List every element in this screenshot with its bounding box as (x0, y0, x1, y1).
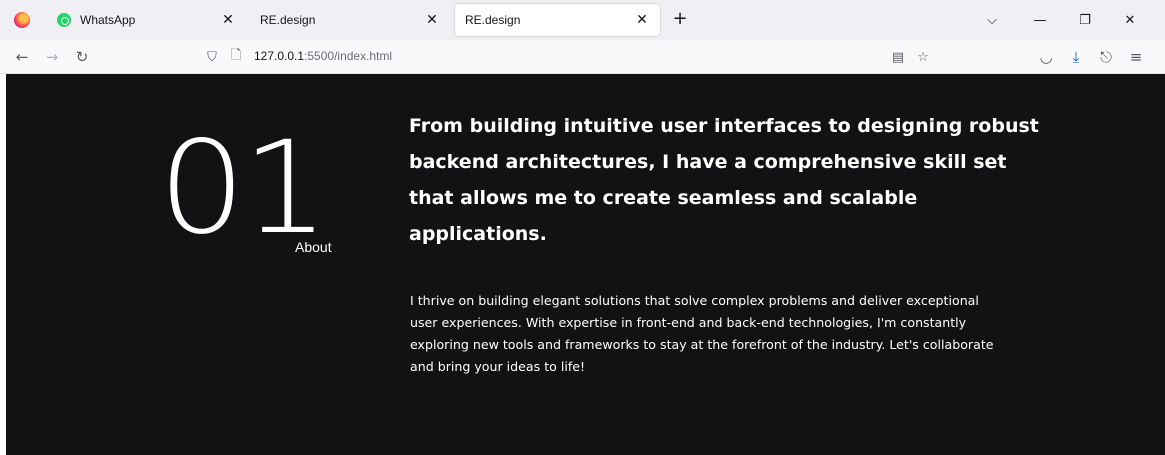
about-paragraph: I thrive on building elegant solutions t… (410, 293, 994, 374)
hamburger-menu-icon[interactable]: ≡ (1126, 47, 1146, 67)
tab-re-design-active[interactable]: RE.design ✕ (455, 4, 660, 36)
chevron-down-icon[interactable]: ⌵ (982, 10, 1002, 30)
shield-icon[interactable]: ⛉ (204, 49, 220, 65)
firefox-icon[interactable] (14, 12, 30, 28)
reader-view-icon[interactable]: ▤ (890, 49, 906, 65)
page-icon[interactable]: 🗋 (228, 48, 244, 65)
close-icon[interactable]: ✕ (424, 12, 440, 28)
pocket-icon[interactable]: ◡ (1036, 47, 1056, 67)
close-icon[interactable]: ✕ (634, 12, 650, 28)
navigation-toolbar: ← → ↻ ⛉ 🗋 127.0.0.1:5500/index.html ▤ ☆ … (0, 40, 1165, 74)
download-icon[interactable]: ⤓ (1066, 47, 1086, 67)
url-path: :5500/index.html (304, 49, 393, 63)
restore-icon[interactable]: ❐ (1075, 10, 1095, 30)
tab-title: WhatsApp (80, 13, 136, 27)
url-host: 127.0.0.1 (254, 49, 305, 63)
forward-arrow-icon[interactable]: → (42, 47, 62, 67)
share-icon[interactable]: ⎋ (1096, 47, 1116, 67)
page-content: 01 About From building intuitive user in… (6, 74, 1165, 455)
url-bar[interactable]: ⛉ 🗋 127.0.0.1:5500/index.html ▤ ☆ (200, 44, 940, 70)
about-headline: From building intuitive user interfaces … (409, 115, 1039, 245)
reload-icon[interactable]: ↻ (72, 47, 92, 67)
section-label: About (295, 239, 332, 255)
url-text[interactable]: 127.0.0.1:5500/index.html (254, 49, 392, 63)
tab-title: RE.design (260, 13, 316, 27)
whatsapp-icon (56, 12, 72, 28)
tab-title: RE.design (465, 13, 521, 27)
tab-re-design[interactable]: RE.design ✕ (250, 0, 450, 40)
close-window-icon[interactable]: ✕ (1120, 10, 1140, 30)
back-arrow-icon[interactable]: ← (12, 47, 32, 67)
tab-strip: WhatsApp ✕ RE.design ✕ RE.design ✕ + ⌵ —… (0, 0, 1165, 40)
close-icon[interactable]: ✕ (220, 12, 236, 28)
tab-whatsapp[interactable]: WhatsApp ✕ (46, 0, 246, 40)
minimize-icon[interactable]: — (1030, 10, 1050, 30)
plus-icon[interactable]: + (670, 10, 690, 30)
star-icon[interactable]: ☆ (915, 49, 931, 65)
